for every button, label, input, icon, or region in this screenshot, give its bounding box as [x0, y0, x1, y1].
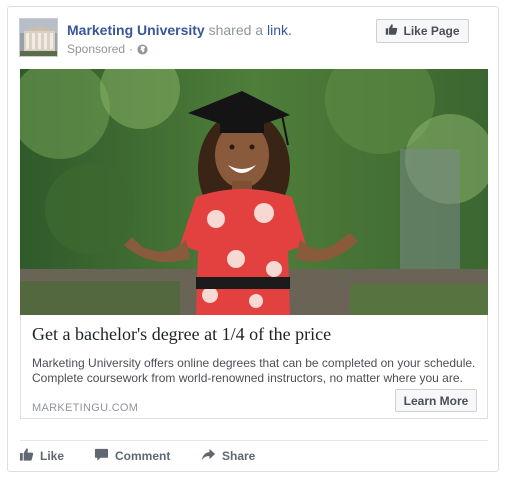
sponsored-label[interactable]: Sponsored — [67, 42, 125, 56]
like-label: Like — [40, 449, 65, 463]
ad-image[interactable] — [20, 69, 488, 315]
action-bar: Like Comment Share — [8, 445, 498, 469]
action-divider — [20, 440, 488, 441]
meta-separator: · — [129, 42, 134, 56]
link-word[interactable]: link. — [267, 22, 292, 38]
link-domain: MARKETINGU.COM — [32, 402, 139, 414]
share-icon — [201, 447, 216, 465]
page-avatar[interactable] — [19, 18, 58, 57]
learn-more-button[interactable]: Learn More — [395, 389, 477, 412]
link-headline[interactable]: Get a bachelor's degree at 1/4 of the pr… — [32, 324, 331, 345]
thumbs-up-icon — [385, 23, 398, 39]
like-action[interactable]: Like — [19, 445, 64, 467]
post-meta: Sponsored · — [67, 42, 148, 56]
comment-icon — [94, 447, 109, 465]
share-label: Share — [222, 449, 256, 463]
link-preview-card[interactable]: Get a bachelor's degree at 1/4 of the pr… — [20, 315, 488, 419]
sponsored-post: Marketing University shared a link. Spon… — [7, 6, 499, 472]
globe-icon[interactable] — [137, 43, 148, 55]
shared-text: shared a — [208, 22, 264, 38]
like-page-button[interactable]: Like Page — [376, 19, 469, 43]
thumbs-up-icon — [19, 447, 34, 465]
share-action[interactable]: Share — [201, 445, 255, 467]
like-page-label: Like Page — [403, 24, 460, 38]
comment-label: Comment — [115, 449, 171, 463]
comment-action[interactable]: Comment — [94, 445, 170, 467]
post-title: Marketing University shared a link. — [67, 22, 292, 38]
link-description: Marketing University offers online degre… — [32, 356, 476, 385]
page-name-link[interactable]: Marketing University — [67, 22, 205, 38]
